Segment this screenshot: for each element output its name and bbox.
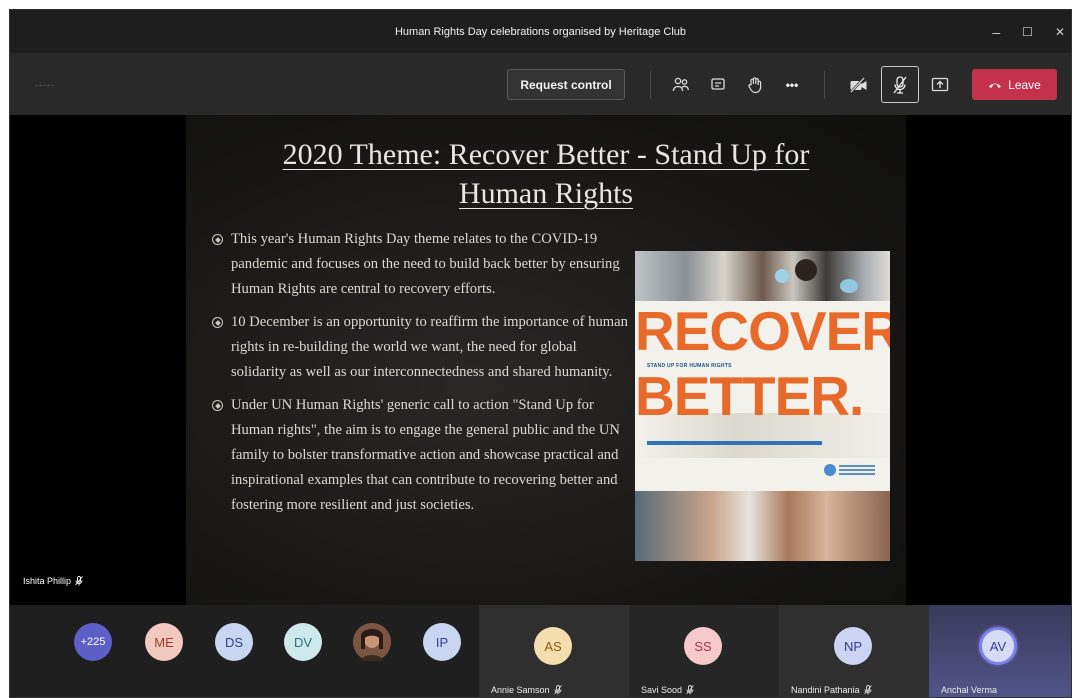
mic-off-icon	[553, 685, 562, 695]
mask-icon	[775, 269, 789, 283]
bullet-icon	[212, 400, 223, 411]
participant-tile[interactable]: AS Annie Samson	[479, 605, 629, 697]
recover-better-poster: RECOVER STAND UP FOR HUMAN RIGHTS BETTER…	[635, 251, 890, 561]
mic-off-icon	[686, 685, 694, 695]
maximize-button[interactable]: ☐	[1022, 25, 1033, 39]
window-controls: – ☐ ✕	[992, 10, 1065, 53]
close-button[interactable]: ✕	[1055, 25, 1065, 39]
camera-off-icon[interactable]	[847, 73, 871, 97]
avatar: SS	[684, 627, 722, 665]
leave-label: Leave	[1008, 77, 1041, 92]
call-timer: ·-·-·	[35, 80, 55, 90]
slide-bullets: This year's Human Rights Day theme relat…	[211, 227, 631, 526]
avatar[interactable]	[353, 623, 391, 661]
avatar: AV	[979, 627, 1017, 665]
phone-icon	[989, 83, 1002, 88]
window-title: Human Rights Day celebrations organised …	[394, 25, 687, 38]
avatar[interactable]: DV	[284, 623, 322, 661]
presentation-slide: 2020 Theme: Recover Better - Stand Up fo…	[186, 115, 906, 605]
avatar: AS	[534, 627, 572, 665]
speaker-label: Ishita Phillip	[23, 576, 83, 586]
participant-name: Savi Sood	[641, 685, 694, 695]
participant-name: Annie Samson	[491, 685, 562, 695]
participant-gallery: +225 ME DS DV IP AS Annie Samson SS Savi…	[10, 605, 1071, 697]
poster-photo-strip	[635, 251, 890, 301]
raise-hand-icon[interactable]	[743, 73, 767, 97]
slide-title-line2: Human Rights	[458, 177, 634, 210]
more-participants-button[interactable]: +225	[74, 623, 112, 661]
mic-off-icon	[863, 685, 872, 695]
avatar[interactable]: IP	[423, 623, 461, 661]
bullet-item: 10 December is an opportunity to reaffir…	[211, 310, 631, 385]
toolbar-divider	[824, 71, 825, 99]
profile-photo-icon	[353, 623, 391, 661]
mask-icon	[840, 279, 858, 293]
slide-title: 2020 Theme: Recover Better - Stand Up fo…	[186, 135, 906, 213]
leave-button[interactable]: Leave	[972, 69, 1057, 100]
mute-button[interactable]	[881, 66, 919, 103]
toolbar-divider	[650, 71, 651, 99]
un-human-rights-logo	[824, 464, 875, 476]
participant-tile[interactable]: NP Nandini Pathania	[779, 605, 929, 697]
share-icon[interactable]	[928, 73, 952, 97]
title-bar: Human Rights Day celebrations organised …	[10, 10, 1071, 53]
avatar[interactable]: ME	[145, 623, 183, 661]
poster-rule	[647, 441, 822, 445]
shared-screen: 2020 Theme: Recover Better - Stand Up fo…	[10, 115, 1071, 605]
more-icon[interactable]: •••	[780, 73, 804, 97]
person-image	[795, 259, 817, 281]
participant-name: Nandini Pathania	[791, 685, 872, 695]
meeting-toolbar: ·-·-· Request control ••• Leave	[10, 53, 1071, 115]
slide-title-line1: 2020 Theme: Recover Better - Stand Up fo…	[282, 138, 810, 171]
minimize-button[interactable]: –	[992, 24, 1000, 40]
bullet-item: This year's Human Rights Day theme relat…	[211, 227, 631, 302]
avatar[interactable]: DS	[215, 623, 253, 661]
participant-tile[interactable]: SS Savi Sood	[629, 605, 779, 697]
request-control-button[interactable]: Request control	[507, 69, 625, 100]
bullet-item: Under UN Human Rights' generic call to a…	[211, 393, 631, 518]
mic-off-icon	[75, 576, 83, 586]
speaker-name: Ishita Phillip	[23, 576, 72, 586]
mic-off-icon	[893, 75, 907, 94]
meeting-window: Human Rights Day celebrations organised …	[9, 9, 1072, 698]
participants-icon[interactable]	[669, 73, 693, 97]
bullet-icon	[212, 234, 223, 245]
poster-word-better: BETTER.	[635, 365, 864, 427]
poster-word-recover: RECOVER	[635, 300, 890, 362]
participant-tile-speaking[interactable]: AV Anchal Verma	[929, 605, 1071, 697]
chat-icon[interactable]	[706, 73, 730, 97]
participant-name: Anchal Verma	[941, 685, 998, 695]
bullet-icon	[212, 317, 223, 328]
poster-bottom-photos	[635, 491, 890, 561]
avatar: NP	[834, 627, 872, 665]
